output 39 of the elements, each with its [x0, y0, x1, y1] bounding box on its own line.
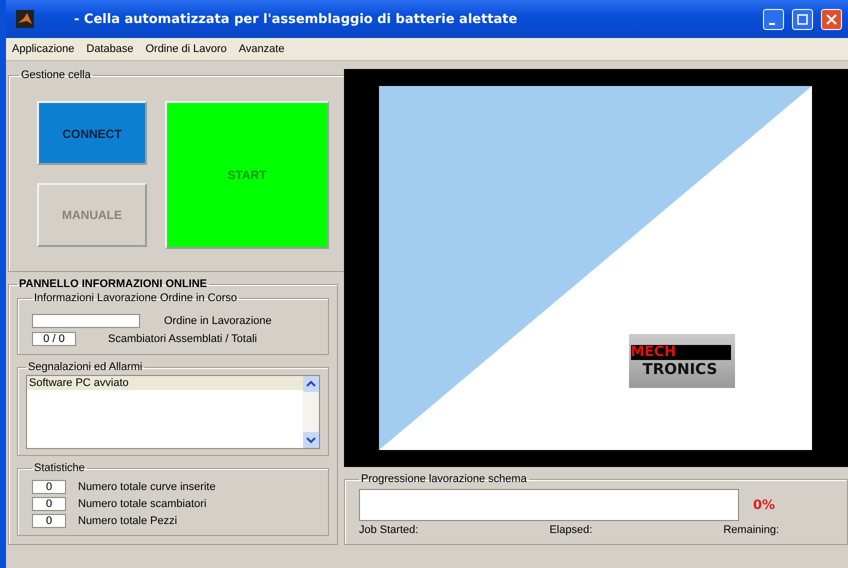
logo-text: MECH: [630, 344, 730, 360]
window-title: - Cella automatizzata per l'assemblaggio di batterie alettate: [74, 12, 518, 26]
message-list[interactable]: Software PC avviato: [26, 375, 320, 449]
group-title: Progressione lavorazione schema: [360, 473, 528, 485]
close-icon: [826, 14, 837, 24]
panel-title: PANNELLO INFORMAZIONI ONLINE: [18, 278, 208, 290]
menu-item[interactable]: Database: [86, 43, 134, 55]
field-label: Numero totale Pezzi: [78, 514, 178, 526]
menu-item[interactable]: Ordine di Lavoro: [145, 43, 227, 55]
group-title: Gestione cella: [20, 69, 92, 81]
time-label: Remaining:: [723, 524, 779, 536]
field-label: Numero totale curve inserite: [78, 480, 216, 492]
input-field[interactable]: 0: [32, 496, 66, 510]
connect-button[interactable]: CONNECT: [37, 101, 147, 165]
menu-item[interactable]: Avanzate: [238, 43, 284, 55]
logo-text: TRONICS: [642, 360, 718, 378]
menu-item[interactable]: Applicazione: [12, 43, 74, 55]
input-field[interactable]: 0 / 0: [32, 332, 76, 346]
input-field[interactable]: 0: [32, 514, 66, 528]
field-label: Ordine in Lavorazione: [164, 315, 272, 327]
minimize-button[interactable]: [763, 8, 784, 30]
close-button[interactable]: [821, 8, 842, 30]
group-title: Statistiche: [33, 462, 86, 474]
maximize-icon: [797, 14, 808, 24]
minimize-icon: [768, 22, 774, 24]
time-label: Job Started:: [359, 524, 418, 536]
percent-label: 0%: [753, 498, 776, 512]
scroll-up-icon[interactable]: [303, 376, 319, 392]
input-field[interactable]: 0: [32, 480, 66, 494]
scroll-down-icon[interactable]: [303, 432, 319, 448]
input-field[interactable]: [32, 314, 140, 328]
list-item[interactable]: Software PC avviato: [27, 376, 303, 390]
field-label: Scambiatori Assemblati / Totali: [108, 333, 257, 345]
group-title: Segnalazioni ed Allarmi: [27, 361, 144, 373]
group-title: Informazioni Lavorazione Ordine in Corso: [33, 292, 238, 304]
time-label: Elapsed:: [549, 524, 592, 536]
maximize-button[interactable]: [792, 8, 813, 30]
app-icon: [16, 10, 34, 28]
field-label: Numero totale scambiatori: [78, 498, 206, 510]
